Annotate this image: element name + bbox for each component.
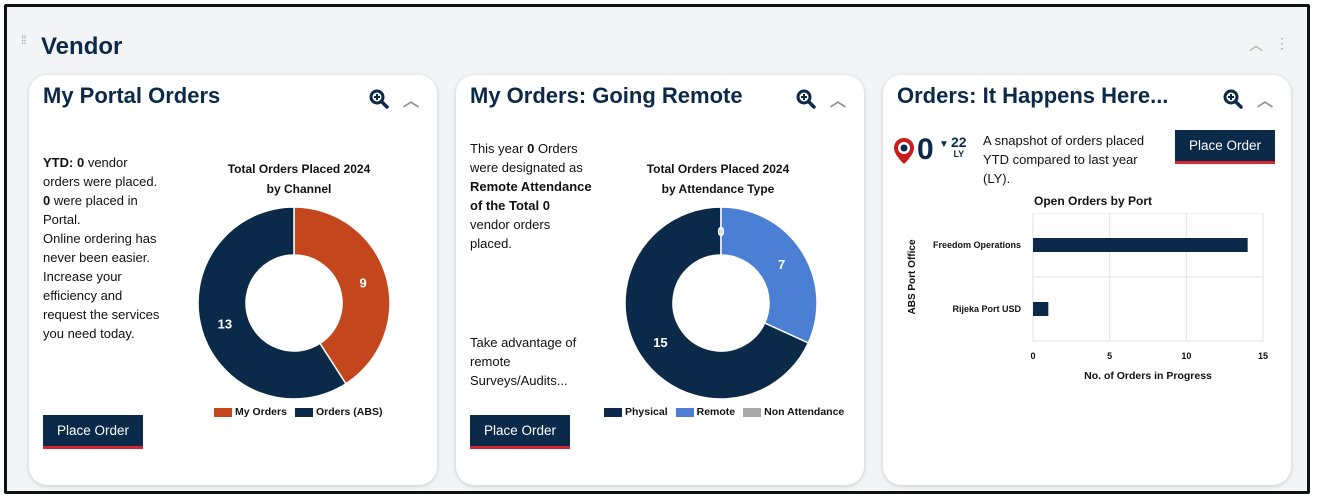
- slice-value-label: 15: [653, 335, 667, 350]
- y-tick-label: Freedom Operations: [933, 240, 1021, 250]
- card-description: YTD: 0 vendor orders were placed. 0 were…: [43, 153, 165, 343]
- donut-slice-remote[interactable]: [720, 206, 818, 344]
- vendor-section: ⁞⁞ Vendor ︿ ⋮ My Portal Orders ︿ YTD: 0 …: [4, 4, 1310, 494]
- desc-text: were placed in Portal.: [43, 193, 138, 227]
- section-title: Vendor: [41, 33, 123, 60]
- place-order-button[interactable]: Place Order: [43, 415, 144, 449]
- card-title: Orders: It Happens Here...: [897, 83, 1169, 108]
- y-axis-label: ABS Port Office: [907, 239, 918, 314]
- x-tick-label: 10: [1181, 351, 1191, 361]
- bar-freedom-operations[interactable]: [1033, 238, 1248, 252]
- legend-label: Orders (ABS): [315, 406, 383, 418]
- ytd-label: YTD:: [43, 155, 74, 170]
- down-arrow-icon: ▼: [939, 139, 949, 150]
- slice-value-label: 7: [778, 257, 785, 272]
- legend-label: My Orders: [235, 406, 287, 418]
- legend-item: Physical: [604, 406, 668, 418]
- drag-handle-icon[interactable]: ⁞⁞: [21, 34, 27, 46]
- chart-subtitle: by Channel: [266, 182, 332, 196]
- portal-value: 0: [43, 193, 51, 208]
- card-description: This year 0 Orders were designated as Re…: [470, 139, 592, 253]
- last-year-count: 22: [951, 134, 967, 150]
- ly-label: LY: [953, 149, 965, 159]
- current-ytd-count: 0: [917, 133, 934, 166]
- more-options-icon[interactable]: ⋮: [1275, 35, 1289, 55]
- chart-subtitle: by Attendance Type: [661, 182, 775, 196]
- card-it-happens-here: Orders: It Happens Here... ︿ 0 ▼ 22 LY A…: [883, 75, 1291, 485]
- zoom-in-icon[interactable]: [1223, 89, 1243, 109]
- collapse-card-icon[interactable]: ︿: [830, 87, 846, 111]
- remote-promo-text: Take advantage of remote Surveys/Audits.…: [470, 335, 577, 388]
- legend-item: Remote: [675, 406, 736, 418]
- y-tick-label: Rijeka Port USD: [952, 304, 1021, 314]
- remote-count: 0: [527, 141, 535, 156]
- place-order-button[interactable]: Place Order: [1175, 130, 1276, 164]
- legend-label: Remote: [696, 406, 736, 418]
- snapshot-text: A snapshot of orders placed YTD compared…: [983, 133, 1145, 186]
- x-tick-label: 0: [1030, 351, 1035, 361]
- slice-value-label: 0: [717, 224, 724, 239]
- port-bar-chart: 0 5 10 15 Freedom Operations Rijeka Port USD N…: [907, 213, 1268, 382]
- channel-donut-chart: 9 13: [197, 206, 391, 400]
- chart-title-text: Total Orders Placed 2024: [646, 162, 790, 176]
- chart-title: Total Orders Placed 2024 by Attendance T…: [608, 159, 828, 199]
- x-tick-label: 15: [1258, 351, 1268, 361]
- zoom-in-icon[interactable]: [369, 89, 389, 109]
- chart-legend: Physical Remote Non Attendance: [604, 406, 844, 418]
- chart-title: Total Orders Placed 2024 by Channel: [189, 159, 409, 199]
- zoom-in-icon[interactable]: [796, 89, 816, 109]
- x-axis-label: No. of Orders in Progress: [1084, 370, 1212, 382]
- chart-title-text: Total Orders Placed 2024: [227, 162, 371, 176]
- slice-value-label: 9: [359, 276, 366, 291]
- total-count: 0: [542, 198, 550, 213]
- location-pin-icon: [894, 138, 914, 164]
- card-my-portal-orders: My Portal Orders ︿ YTD: 0 vendor orders …: [29, 75, 437, 485]
- ytd-value: 0: [76, 155, 85, 170]
- slice-value-label: 13: [218, 316, 232, 331]
- desc-text: vendor orders placed.: [470, 217, 551, 251]
- collapse-card-icon[interactable]: ︿: [1257, 87, 1273, 111]
- card-title: My Portal Orders: [43, 83, 221, 108]
- desc-bold: Remote Attendance of the Total: [470, 179, 592, 213]
- desc-text: Online ordering has never been easier. I…: [43, 231, 160, 341]
- legend-item: Non Attendance: [743, 406, 844, 418]
- card-going-remote: My Orders: Going Remote ︿ This year 0 Or…: [456, 75, 864, 485]
- place-order-button[interactable]: Place Order: [470, 415, 571, 449]
- last-year-box: 22 LY: [951, 135, 967, 159]
- x-tick-label: 5: [1107, 351, 1112, 361]
- legend-label: Non Attendance: [764, 406, 845, 418]
- collapse-card-icon[interactable]: ︿: [403, 87, 419, 111]
- legend-label: Physical: [625, 406, 668, 418]
- card-title: My Orders: Going Remote: [470, 83, 743, 108]
- bar-rijeka-port-usd[interactable]: [1033, 302, 1049, 316]
- chart-title: Open Orders by Port: [1033, 194, 1153, 208]
- legend-item: My Orders: [214, 406, 287, 418]
- attendance-donut-chart: 1570: [624, 206, 818, 400]
- legend-item: Orders (ABS): [294, 406, 383, 418]
- collapse-icon[interactable]: ︿: [1249, 35, 1263, 55]
- chart-legend: My Orders Orders (ABS): [214, 406, 382, 418]
- desc-text: This year: [470, 141, 524, 156]
